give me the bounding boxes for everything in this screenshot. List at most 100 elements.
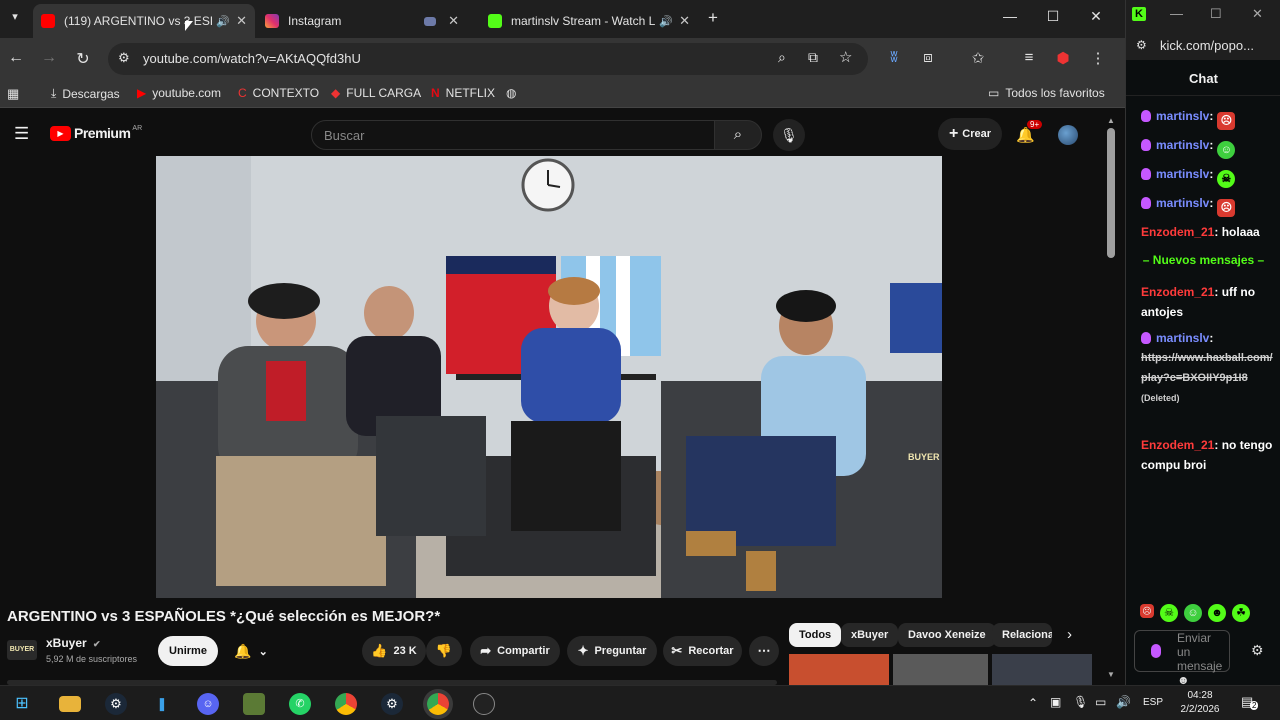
apps-icon[interactable]: ▦: [7, 86, 19, 102]
chat-username[interactable]: martinslv: [1156, 109, 1209, 123]
maximize-button[interactable]: ☐: [1043, 8, 1063, 25]
bookmark-youtube[interactable]: ▶ youtube.com: [137, 86, 221, 100]
bookmark-fullcarga[interactable]: ◆ FULL CARGA: [331, 86, 421, 100]
minecraft-icon[interactable]: [243, 693, 265, 715]
tray-chevron-icon[interactable]: ⌃: [1028, 696, 1038, 710]
settings-gear-icon[interactable]: ⚙: [1251, 642, 1264, 659]
whatsapp-icon[interactable]: ✆: [289, 693, 311, 715]
install-app-icon[interactable]: ⧉: [808, 49, 818, 66]
close-window-button[interactable]: ✕: [1252, 6, 1263, 22]
recommended-thumbnail[interactable]: [893, 654, 988, 685]
minimize-button[interactable]: —: [1170, 6, 1183, 21]
obs-icon[interactable]: [473, 693, 495, 715]
network-icon[interactable]: ▭: [1095, 695, 1106, 709]
tab-youtube[interactable]: (119) ARGENTINO vs 3 ESPA 🔊 ✕: [33, 4, 255, 38]
close-tab-icon[interactable]: ✕: [679, 13, 690, 29]
language-indicator[interactable]: ESP: [1143, 697, 1163, 708]
chat-username[interactable]: martinslv: [1156, 196, 1209, 210]
ask-button[interactable]: ✦ Preguntar: [567, 636, 657, 666]
discord-icon[interactable]: ☺: [197, 693, 219, 715]
chat-username[interactable]: Enzodem_21: [1141, 438, 1214, 452]
notifications-button[interactable]: 🔔 9+: [1016, 120, 1043, 144]
recommended-thumbnail[interactable]: [992, 654, 1092, 685]
site-info-icon[interactable]: ⚙: [118, 50, 130, 66]
share-button[interactable]: ➦ Compartir: [470, 636, 560, 666]
notification-center-icon[interactable]: ▤ 2: [1241, 694, 1259, 710]
close-window-button[interactable]: ✕: [1086, 8, 1106, 25]
speaker-icon[interactable]: 🔊: [216, 15, 230, 28]
chat-emote-icon[interactable]: ☻: [1208, 604, 1226, 622]
steam-icon[interactable]: ⚙: [381, 693, 403, 715]
chrome-icon[interactable]: [335, 693, 357, 715]
page-scrollbar[interactable]: ▲ ▼: [1104, 114, 1118, 685]
recommended-thumbnail[interactable]: [789, 654, 889, 685]
extensions-icon[interactable]: ⧈: [918, 49, 938, 66]
favorites-icon[interactable]: ✩: [968, 49, 988, 67]
editor-app-icon[interactable]: ❚: [151, 693, 173, 715]
chat-username[interactable]: martinslv: [1156, 331, 1209, 345]
tab-search-button[interactable]: ▾: [6, 10, 24, 28]
chrome-icon[interactable]: [427, 693, 449, 715]
scroll-down-icon[interactable]: ▼: [1107, 670, 1115, 679]
voice-search-button[interactable]: 🎙: [773, 119, 805, 151]
new-tab-button[interactable]: +: [708, 8, 718, 28]
bookmark-netflix[interactable]: N NETFLIX: [431, 86, 495, 100]
hamburger-menu-icon[interactable]: ☰: [14, 124, 29, 144]
tab-kick[interactable]: martinslv Stream - Watch Li 🔊 ✕: [480, 4, 698, 38]
clip-button[interactable]: ✂ Recortar: [663, 636, 742, 666]
channel-avatar[interactable]: BUYER: [7, 640, 37, 660]
address-bar[interactable]: ⚙ youtube.com/watch?v=AKtAQQfd3hU ⌕ ⧉ ☆: [108, 43, 868, 75]
video-player[interactable]: BUYER: [156, 156, 942, 598]
extension-translate-icon[interactable]: ʬ: [884, 49, 904, 66]
chat-username[interactable]: Enzodem_21: [1141, 285, 1214, 299]
close-tab-icon[interactable]: ✕: [448, 13, 459, 29]
scroll-up-icon[interactable]: ▲: [1107, 116, 1115, 125]
chat-username[interactable]: martinslv: [1156, 138, 1209, 152]
chat-username[interactable]: Enzodem_21: [1141, 225, 1214, 239]
maximize-button[interactable]: ☐: [1210, 6, 1222, 22]
forward-button[interactable]: →: [39, 49, 59, 67]
chip-todos[interactable]: Todos: [789, 623, 842, 647]
more-actions-button[interactable]: ⋯: [749, 636, 779, 666]
volume-icon[interactable]: 🔊: [1116, 695, 1131, 709]
avatar[interactable]: [1058, 125, 1078, 145]
green-emote-icon[interactable]: ☺: [1184, 604, 1202, 622]
chip-xbuyer[interactable]: xBuyer: [841, 623, 899, 647]
back-button[interactable]: ←: [6, 49, 26, 67]
like-button[interactable]: 👍 23 K: [362, 636, 426, 666]
chat-username[interactable]: martinslv: [1156, 167, 1209, 181]
frog-emote-icon[interactable]: ☘: [1232, 604, 1250, 622]
speaker-icon[interactable]: 🔊: [659, 15, 673, 28]
reload-button[interactable]: ↻: [73, 49, 93, 69]
chip-relacionados[interactable]: Relacionados: [992, 623, 1052, 647]
shield-extension-icon[interactable]: ⬢: [1053, 49, 1073, 67]
channel-name[interactable]: xBuyer ✔: [46, 636, 101, 650]
chat-message-input[interactable]: Enviar un mensaje ☻: [1134, 630, 1230, 687]
bookmark-contexto[interactable]: C CONTEXTO: [238, 86, 319, 100]
chip-davoo[interactable]: Davoo Xeneize: [898, 623, 996, 647]
zoom-icon[interactable]: ⌕: [778, 49, 786, 66]
bookmark-all-favorites[interactable]: ▭ Todos los favoritos: [988, 86, 1105, 100]
media-control-icon[interactable]: ≡: [1019, 49, 1039, 66]
steam-icon[interactable]: ⚙: [105, 693, 127, 715]
minimize-button[interactable]: —: [1000, 8, 1020, 24]
menu-icon[interactable]: ⋮: [1088, 49, 1108, 67]
search-button[interactable]: ⌕: [714, 120, 762, 150]
tab-instagram[interactable]: Instagram ✕: [257, 4, 467, 38]
angry-emote-icon[interactable]: ☹: [1140, 604, 1154, 618]
bookmark-star-icon[interactable]: ☆: [839, 48, 852, 66]
globe-icon[interactable]: ◍: [506, 86, 516, 100]
close-tab-icon[interactable]: ✕: [236, 13, 247, 29]
join-button[interactable]: Unirme: [158, 636, 218, 666]
mic-icon[interactable]: 🎙: [1073, 695, 1088, 709]
start-windows-icon[interactable]: ⊞: [11, 693, 33, 715]
clock[interactable]: 04:28 2/2/2026: [1176, 689, 1224, 717]
search-input[interactable]: Buscar: [311, 120, 715, 150]
notification-bell-button[interactable]: 🔔 ⌄: [226, 636, 276, 666]
scrollbar-thumb[interactable]: [1107, 128, 1115, 258]
chevron-right-icon[interactable]: ›: [1067, 626, 1072, 643]
create-button[interactable]: + Crear: [938, 118, 1002, 150]
youtube-logo[interactable]: ▶ Premium AR: [50, 125, 142, 141]
new-messages-divider[interactable]: – Nuevos mensajes –: [1126, 253, 1280, 267]
file-explorer-icon[interactable]: [59, 696, 81, 712]
